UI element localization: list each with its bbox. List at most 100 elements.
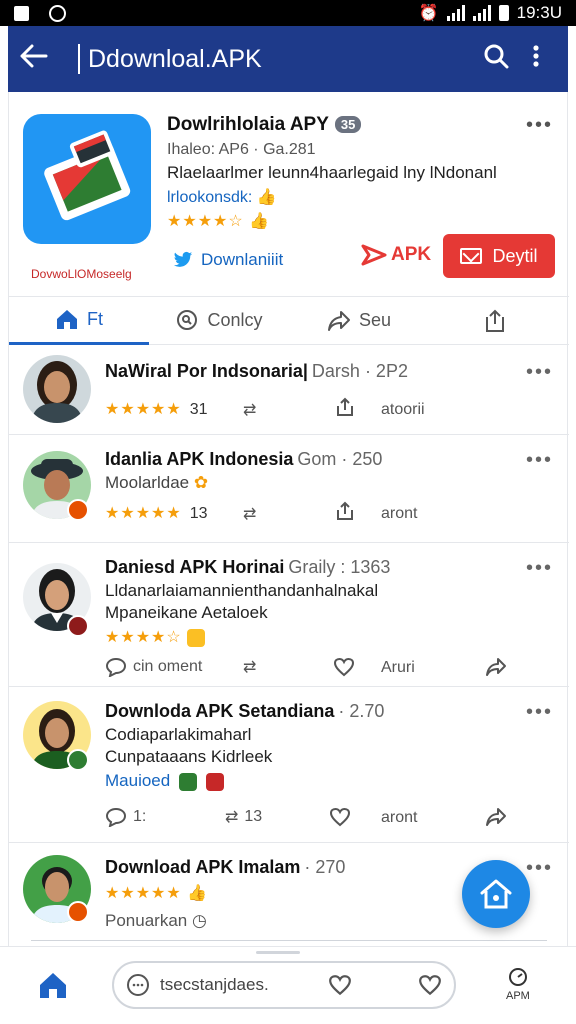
logo-caption: DovwoLlOMoseelg xyxy=(31,267,132,281)
tab-label: Conlcy xyxy=(207,310,263,330)
upload-icon xyxy=(486,309,504,332)
list-item[interactable]: NaWiral Por Indsonaria| Darsh · 2P2 ••• ★… xyxy=(9,345,569,435)
version-badge: 35 xyxy=(334,116,362,134)
post-title: NaWiral Por Indsonaria| Darsh · 2P2 xyxy=(105,361,408,382)
comment-button[interactable]: 1: xyxy=(105,807,146,827)
more-horiz-icon[interactable]: ••• xyxy=(526,701,553,724)
more-horiz-icon[interactable]: ••• xyxy=(526,361,553,384)
post-title-text: Daniesd APK Horinai xyxy=(105,557,285,577)
like-button[interactable] xyxy=(333,657,355,677)
twitter-download-label: Downlaniiit xyxy=(201,250,284,269)
heart-icon[interactable] xyxy=(328,974,352,996)
post-rating: ★★★★★ 31 xyxy=(105,399,208,419)
post-title-text: NaWiral Por Indsonaria| xyxy=(105,361,308,381)
verified-badge-icon xyxy=(67,901,89,923)
chat-icon xyxy=(127,974,149,996)
avatar[interactable] xyxy=(23,355,91,423)
nav-apm[interactable]: APM xyxy=(506,967,530,1002)
post-line-text: Ponuarkan xyxy=(105,911,188,930)
about-label: Aruri xyxy=(381,659,415,676)
bottom-navigation: tsecstanjdaes. APM xyxy=(0,946,576,1024)
back-arrow-icon[interactable] xyxy=(20,42,64,76)
home-fab-button[interactable] xyxy=(462,860,530,928)
post-time: Darsh · 2P2 xyxy=(311,361,408,381)
deyti-label: Deytil xyxy=(492,245,538,266)
repost-button[interactable]: ⇄ xyxy=(243,657,256,677)
tab-label: Ft xyxy=(87,308,103,329)
about-button[interactable]: aront xyxy=(381,505,417,523)
rating-stars: ★★★★☆ xyxy=(167,213,244,230)
tab-home[interactable]: Ft xyxy=(9,297,149,345)
post-rating: ★★★★☆ xyxy=(105,627,206,647)
emoji-icon xyxy=(187,628,206,647)
upload-button[interactable] xyxy=(335,397,355,417)
divider xyxy=(31,940,547,941)
status-time: 19:3U xyxy=(516,3,562,22)
about-label: atoorii xyxy=(381,401,425,418)
apk-label: APK xyxy=(391,244,432,265)
post-line: Mauioed xyxy=(105,771,224,791)
alarm-icon: ⏰ xyxy=(418,5,439,22)
about-button[interactable]: atoorii xyxy=(381,401,425,419)
repost-button[interactable]: ⇄ xyxy=(243,504,256,524)
twitter-download-button[interactable]: Downlaniiit xyxy=(173,250,283,270)
developer-link[interactable]: lrlookonsdk: xyxy=(167,189,252,206)
apk-button[interactable]: APK xyxy=(361,244,431,266)
repost-button[interactable]: ⇄ xyxy=(243,400,256,420)
heart-icon xyxy=(329,807,351,827)
verified-badge-icon xyxy=(67,615,89,637)
deyti-button[interactable]: Deytil xyxy=(443,234,555,278)
post-time: · 270 xyxy=(304,857,346,877)
clock-icon: ◷ xyxy=(191,911,207,930)
chat-search-icon xyxy=(177,309,198,330)
post-line: Moolarldae ✿ xyxy=(105,473,208,493)
about-button[interactable]: aront xyxy=(381,809,417,827)
more-horiz-icon[interactable]: ••• xyxy=(526,449,553,472)
more-horiz-icon[interactable]: ••• xyxy=(526,557,553,580)
post-rating: ★★★★★ 👍 xyxy=(105,883,208,903)
home-icon xyxy=(57,310,77,329)
repost-button[interactable]: ⇄ 13 xyxy=(225,807,262,827)
post-line-text: Moolarldae xyxy=(105,473,190,492)
app-developer[interactable]: lrlookonsdk: 👍 xyxy=(167,187,277,207)
red-badge-icon xyxy=(205,772,224,791)
repost-icon: ⇄ xyxy=(225,809,239,826)
repost-icon: ⇄ xyxy=(243,402,257,419)
list-item[interactable]: Idanlia APK Indonesia Gom · 250 ••• Moola… xyxy=(9,435,569,543)
share-button[interactable] xyxy=(485,807,507,827)
rating-stars: ★★★★★ xyxy=(105,401,182,418)
comment-icon xyxy=(105,657,127,677)
search-input[interactable]: tsecstanjdaes. xyxy=(112,961,456,1009)
search-icon[interactable] xyxy=(476,43,516,76)
nav-home[interactable] xyxy=(38,971,68,1004)
more-horiz-icon[interactable]: ••• xyxy=(526,857,553,880)
more-vert-icon[interactable] xyxy=(516,44,556,75)
comment-button[interactable]: cin oment xyxy=(105,657,202,677)
post-time: Gom · 250 xyxy=(297,449,383,469)
battery-icon xyxy=(498,5,509,21)
gauge-icon xyxy=(508,968,527,986)
post-rating: ★★★★★ 13 xyxy=(105,503,208,523)
heart-icon xyxy=(333,657,355,677)
heart-icon[interactable] xyxy=(418,974,442,996)
about-button[interactable]: Aruri xyxy=(381,659,415,677)
tab-community[interactable]: Conlcy xyxy=(149,297,289,345)
like-button[interactable] xyxy=(329,807,351,827)
app-meta: Ihaleo: AP6 · Ga.281 xyxy=(167,141,316,158)
hand-emoji-icon: 👍 xyxy=(256,189,277,206)
tab-share[interactable]: Seu xyxy=(289,297,429,345)
app-name: Dowlrihlolaia APY 35 xyxy=(167,114,362,136)
search-text: tsecstanjdaes. xyxy=(160,975,269,994)
app-logo[interactable] xyxy=(23,114,151,244)
list-item[interactable]: Daniesd APK Horinai Graily : 1363 ••• Lld… xyxy=(9,543,569,687)
share-button[interactable] xyxy=(485,657,507,677)
share-arrow-icon xyxy=(327,310,350,331)
repost-count: 13 xyxy=(244,808,263,825)
status-bar: ⏰ 19:3U xyxy=(0,0,576,26)
rating-count: 31 xyxy=(189,401,208,418)
post-line: Mpaneikane Aetaloek xyxy=(105,603,268,622)
more-horiz-icon[interactable]: ••• xyxy=(526,114,553,137)
signal-icon xyxy=(446,5,465,21)
upload-button[interactable] xyxy=(335,501,355,521)
tab-upload[interactable] xyxy=(429,297,569,345)
